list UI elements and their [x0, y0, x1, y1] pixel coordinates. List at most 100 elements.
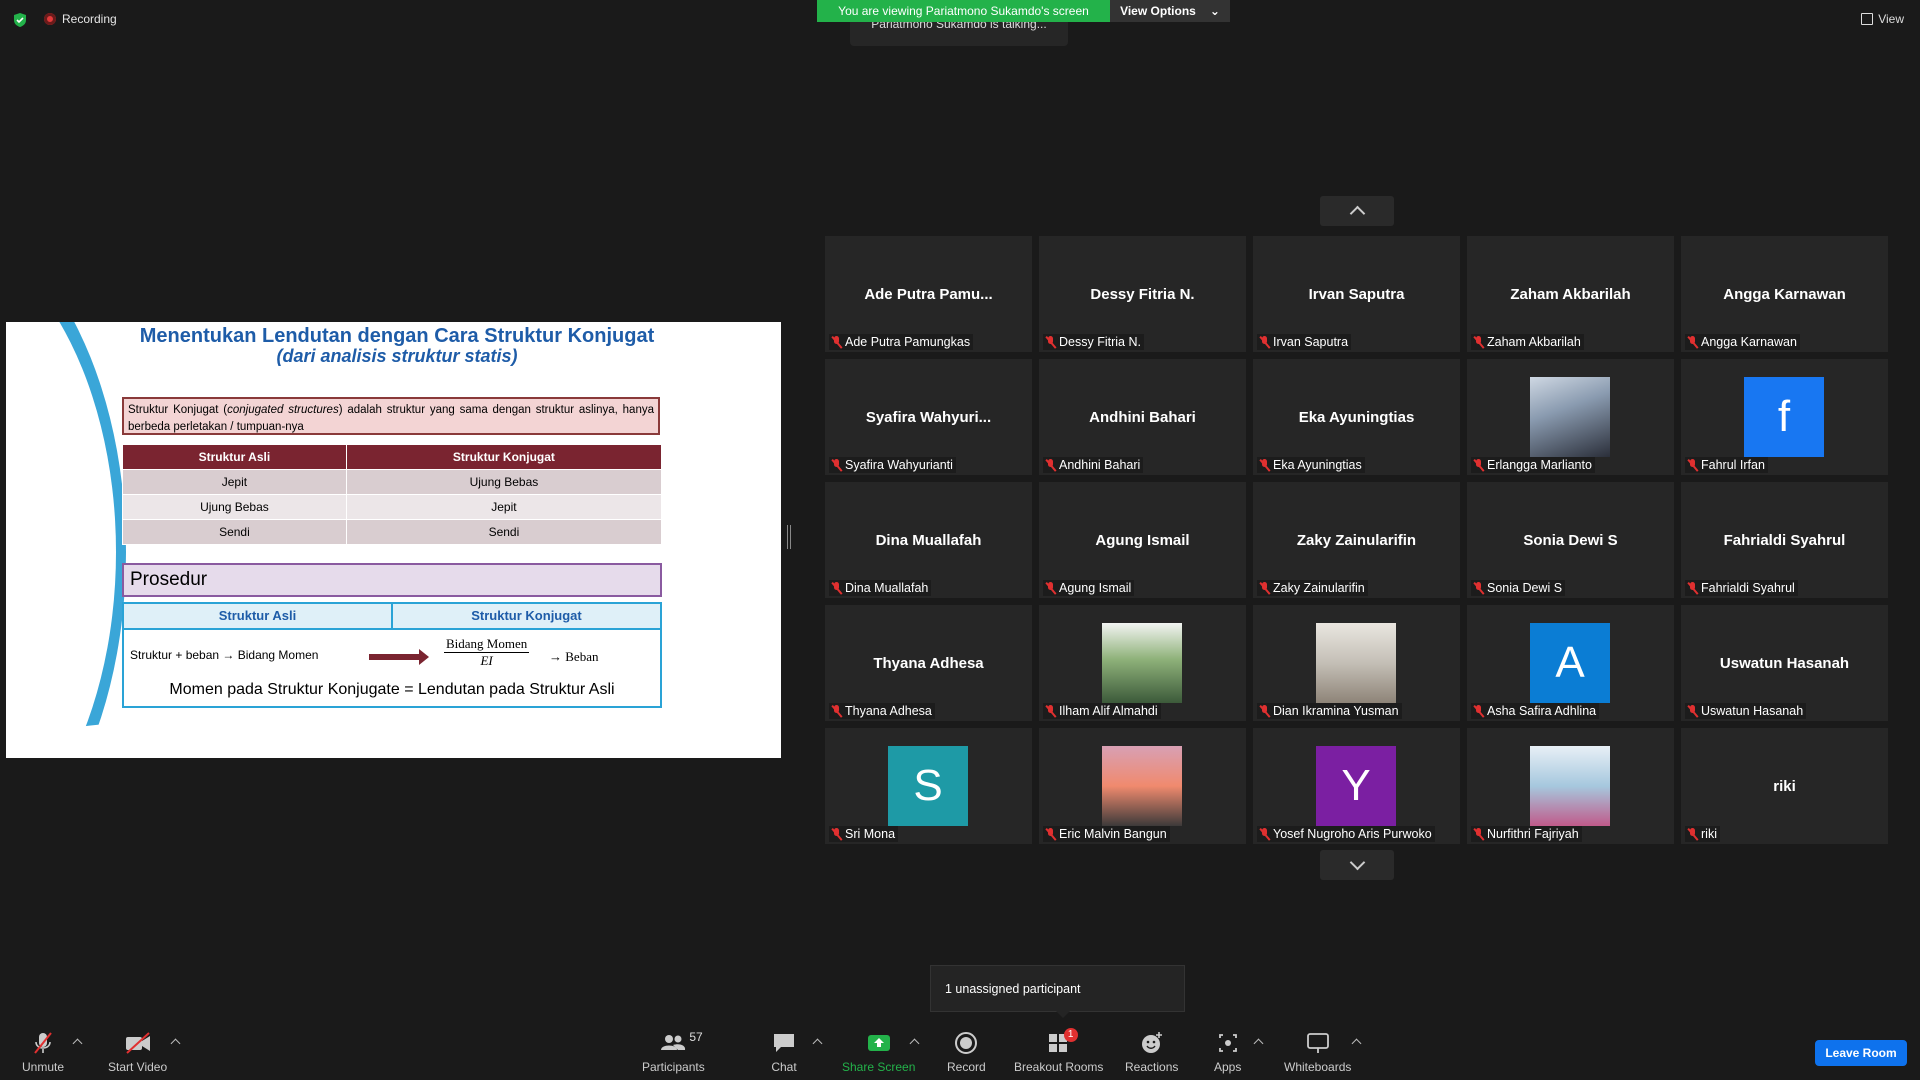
- view-grid-icon: [1861, 13, 1874, 25]
- participant-tile[interactable]: Andhini Bahari Andhini Bahari: [1039, 359, 1246, 475]
- share-screen-icon: [867, 1035, 890, 1051]
- participant-display-name: Andhini Bahari: [1089, 409, 1196, 426]
- muted-mic-icon: [832, 828, 841, 840]
- chevron-down-icon: ⌄: [1209, 4, 1220, 18]
- procedure-equation: Momen pada Struktur Konjugate = Lendutan…: [169, 681, 615, 698]
- view-button[interactable]: View: [1861, 12, 1904, 26]
- participant-tile[interactable]: Fahrialdi Syahrul Fahrialdi Syahrul: [1681, 482, 1888, 598]
- arrow-right-icon: [369, 649, 429, 665]
- participant-tile[interactable]: Nurfithri Fajriyah: [1467, 728, 1674, 844]
- chat-button[interactable]: Chat: [771, 1030, 797, 1074]
- video-options-caret[interactable]: [170, 1038, 181, 1049]
- muted-mic-icon: [832, 336, 841, 348]
- chat-options-caret[interactable]: [812, 1038, 823, 1049]
- avatar: A: [1530, 623, 1610, 703]
- muted-mic-icon: [34, 1032, 52, 1054]
- participant-tile[interactable]: Thyana Adhesa Thyana Adhesa: [825, 605, 1032, 721]
- participant-tile[interactable]: A Asha Safira Adhlina: [1467, 605, 1674, 721]
- participant-tile[interactable]: Y Yosef Nugroho Aris Purwoko: [1253, 728, 1460, 844]
- muted-mic-icon: [1474, 828, 1483, 840]
- participant-tile[interactable]: Dina Muallafah Dina Muallafah: [825, 482, 1032, 598]
- breakout-rooms-button[interactable]: 1 Breakout Rooms: [1014, 1028, 1103, 1074]
- muted-mic-icon: [1474, 582, 1483, 594]
- apps-button[interactable]: Apps: [1214, 1030, 1241, 1074]
- participant-tile[interactable]: f Fahrul Irfan: [1681, 359, 1888, 475]
- participant-tile[interactable]: Zaham Akbarilah Zaham Akbarilah: [1467, 236, 1674, 352]
- apps-options-caret[interactable]: [1253, 1038, 1264, 1049]
- participant-tile[interactable]: riki riki: [1681, 728, 1888, 844]
- participant-name-label: Angga Karnawan: [1685, 334, 1800, 350]
- participant-display-name: Angga Karnawan: [1723, 286, 1846, 303]
- participant-tile[interactable]: Agung Ismail Agung Ismail: [1039, 482, 1246, 598]
- muted-mic-icon: [1688, 459, 1697, 471]
- security-shield-icon[interactable]: [12, 12, 28, 28]
- viewing-banner: You are viewing Pariatmono Sukamdo's scr…: [817, 0, 1110, 22]
- participants-button[interactable]: 57 Participants: [642, 1030, 705, 1074]
- participant-tile[interactable]: Ilham Alif Almahdi: [1039, 605, 1246, 721]
- apps-icon: [1218, 1034, 1237, 1052]
- participant-name-label: Sri Mona: [829, 826, 899, 842]
- participant-tile[interactable]: Angga Karnawan Angga Karnawan: [1681, 236, 1888, 352]
- recording-indicator[interactable]: Recording: [44, 12, 117, 26]
- participants-count: 57: [689, 1030, 703, 1044]
- profile-photo: [1102, 746, 1182, 826]
- participant-tile[interactable]: Uswatun Hasanah Uswatun Hasanah: [1681, 605, 1888, 721]
- start-video-button[interactable]: Start Video: [108, 1030, 167, 1074]
- muted-mic-icon: [1046, 459, 1055, 471]
- muted-mic-icon: [1688, 582, 1697, 594]
- participant-name-label: Zaky Zainularifin: [1257, 580, 1368, 596]
- muted-mic-icon: [1474, 705, 1483, 717]
- support-table: Struktur Asli Struktur Konjugat Jepit Ujun…: [122, 444, 663, 545]
- participant-tile[interactable]: S Sri Mona: [825, 728, 1032, 844]
- share-screen-button[interactable]: Share Screen: [842, 1030, 915, 1074]
- participant-name-label: Zaham Akbarilah: [1471, 334, 1584, 350]
- participant-tile[interactable]: Dessy Fitria N. Dessy Fitria N.: [1039, 236, 1246, 352]
- gallery-next-page-button[interactable]: [1320, 850, 1394, 880]
- participant-name-label: Ilham Alif Almahdi: [1043, 703, 1161, 719]
- muted-mic-icon: [1260, 459, 1269, 471]
- view-options-button[interactable]: View Options ⌄: [1110, 0, 1230, 22]
- muted-mic-icon: [1260, 705, 1269, 717]
- participant-name-label: Asha Safira Adhlina: [1471, 703, 1600, 719]
- split-resize-handle[interactable]: [787, 525, 791, 549]
- profile-photo: [1530, 377, 1610, 457]
- muted-mic-icon: [832, 459, 841, 471]
- participant-tile[interactable]: Eric Malvin Bangun: [1039, 728, 1246, 844]
- participant-tile[interactable]: Erlangga Marlianto: [1467, 359, 1674, 475]
- participant-name-label: riki: [1685, 826, 1720, 842]
- reactions-button[interactable]: Reactions: [1125, 1030, 1178, 1074]
- audio-options-caret[interactable]: [72, 1038, 83, 1049]
- participant-tile[interactable]: Irvan Saputra Irvan Saputra: [1253, 236, 1460, 352]
- record-button[interactable]: Record: [947, 1030, 986, 1074]
- muted-mic-icon: [1260, 336, 1269, 348]
- recording-icon: [44, 13, 56, 25]
- participant-name-label: Nurfithri Fajriyah: [1471, 826, 1582, 842]
- video-off-icon: [125, 1032, 150, 1054]
- gallery-prev-page-button[interactable]: [1320, 196, 1394, 226]
- participant-tile[interactable]: Ade Putra Pamu... Ade Putra Pamungkas: [825, 236, 1032, 352]
- participant-name-label: Uswatun Hasanah: [1685, 703, 1807, 719]
- avatar: Y: [1316, 746, 1396, 826]
- participant-tile[interactable]: Dian Ikramina Yusman: [1253, 605, 1460, 721]
- muted-mic-icon: [1046, 705, 1055, 717]
- muted-mic-icon: [1046, 582, 1055, 594]
- participant-name-label: Dian Ikramina Yusman: [1257, 703, 1402, 719]
- unmute-button[interactable]: Unmute: [22, 1030, 64, 1074]
- participant-tile[interactable]: Eka Ayuningtias Eka Ayuningtias: [1253, 359, 1460, 475]
- whiteboards-button[interactable]: Whiteboards: [1284, 1030, 1351, 1074]
- procedure-box: Struktur Asli Struktur Konjugat Struktur…: [122, 602, 662, 708]
- participant-tile[interactable]: Syafira Wahyuri... Syafira Wahyurianti: [825, 359, 1032, 475]
- muted-mic-icon: [1474, 336, 1483, 348]
- participant-tile[interactable]: Zaky Zainularifin Zaky Zainularifin: [1253, 482, 1460, 598]
- participant-name-label: Fahrialdi Syahrul: [1685, 580, 1798, 596]
- shared-screen: Menentukan Lendutan dengan Cara Struktur…: [6, 322, 781, 758]
- leave-room-button[interactable]: Leave Room: [1815, 1040, 1907, 1066]
- participant-display-name: Irvan Saputra: [1308, 286, 1405, 303]
- muted-mic-icon: [1260, 582, 1269, 594]
- participant-name-label: Fahrul Irfan: [1685, 457, 1768, 473]
- participant-tile[interactable]: Sonia Dewi S Sonia Dewi S: [1467, 482, 1674, 598]
- muted-mic-icon: [1688, 705, 1697, 717]
- whiteboards-options-caret[interactable]: [1351, 1038, 1362, 1049]
- muted-mic-icon: [1688, 336, 1697, 348]
- participant-display-name: Agung Ismail: [1095, 532, 1190, 549]
